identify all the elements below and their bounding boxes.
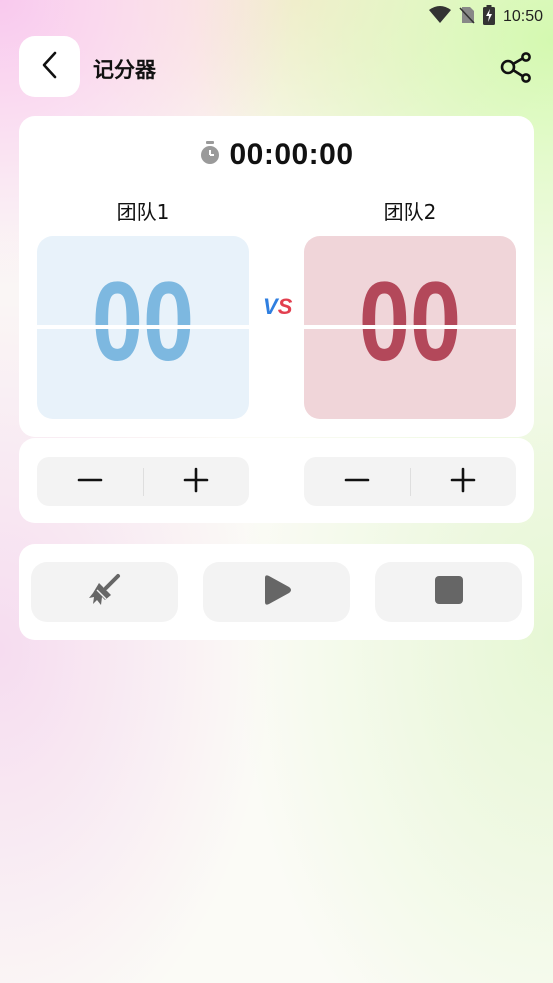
stop-button[interactable] — [375, 562, 522, 622]
status-time: 10:50 — [502, 8, 543, 25]
team-1-score: 00 — [91, 259, 195, 384]
team-1-decrement-button[interactable] — [37, 457, 143, 506]
team-1-increment-button[interactable] — [144, 457, 250, 506]
timer-display: 00:00:00 — [229, 138, 354, 171]
play-icon — [261, 573, 293, 611]
no-sim-icon — [459, 6, 475, 28]
start-button[interactable] — [203, 562, 350, 622]
score-divider — [37, 325, 249, 329]
share-icon — [499, 52, 535, 89]
team-2-stepper — [304, 457, 516, 506]
wifi-icon — [428, 6, 451, 28]
team-2-name: 团队2 — [383, 200, 437, 224]
vs-badge: VS — [263, 294, 292, 320]
page-title: 记分器 — [93, 58, 156, 82]
broom-icon — [87, 573, 123, 611]
team-2-score-panel[interactable]: 00 — [304, 236, 516, 419]
team-2-decrement-button[interactable] — [304, 457, 410, 506]
plus-icon — [450, 467, 476, 497]
team-2-increment-button[interactable] — [411, 457, 517, 506]
stop-icon — [434, 575, 464, 609]
status-bar: 10:50 — [0, 0, 553, 32]
minus-icon — [344, 467, 370, 497]
team-1-stepper — [37, 457, 249, 506]
timer: 00:00:00 — [0, 138, 553, 172]
chevron-left-icon — [40, 50, 60, 84]
team-1-score-panel[interactable]: 00 — [37, 236, 249, 419]
share-button[interactable] — [499, 49, 535, 85]
reset-button[interactable] — [31, 562, 178, 622]
stopwatch-icon — [199, 141, 221, 169]
vs-s: S — [277, 294, 293, 319]
plus-icon — [183, 467, 209, 497]
back-button[interactable] — [19, 36, 80, 97]
vs-v: V — [263, 294, 278, 319]
battery-charging-icon — [482, 5, 495, 29]
score-divider — [304, 325, 516, 329]
team-1-name: 团队1 — [116, 200, 170, 224]
minus-icon — [77, 467, 103, 497]
team-2-score: 00 — [358, 259, 462, 384]
